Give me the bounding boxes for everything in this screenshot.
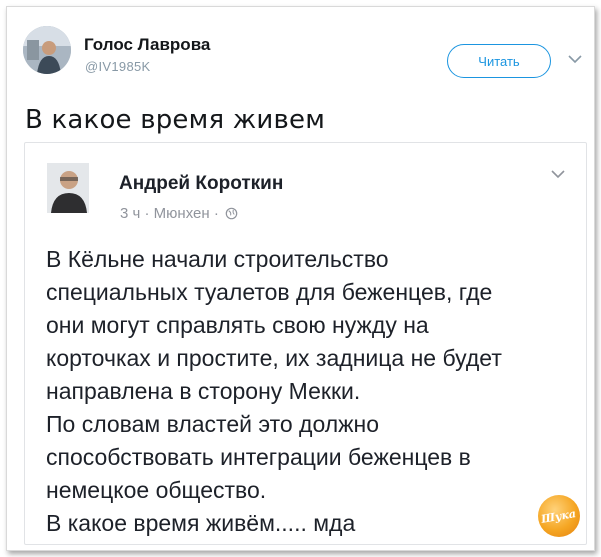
post-body-line: направлена в сторону Мекки. [46,378,361,404]
author-handle[interactable]: @IV1985K [85,59,150,74]
meta-separator: · [144,205,150,222]
post-options-chevron-icon[interactable] [551,169,565,179]
post-avatar-photo [47,163,89,213]
tweet-screenshot: Голос Лаврова @IV1985K Читать В какое вр… [6,6,595,551]
author-avatar[interactable] [23,26,71,74]
post-body-line: они могут справлять свою нужду на [46,312,429,338]
meta-separator: · [213,205,219,222]
follow-button[interactable]: Читать [447,44,551,78]
post-location[interactable]: Мюнхен [154,205,210,222]
watermark-logo: Шука [538,495,580,537]
post-author-avatar[interactable] [47,163,89,213]
author-name[interactable]: Голос Лаврова [84,35,210,55]
post-author-name[interactable]: Андрей Короткин [119,173,283,195]
post-body-line: В Кёльне начали строительство [46,246,389,272]
post-time[interactable]: 3 ч [120,205,140,222]
post-body-line: способствовать интеграции беженцев в [46,444,471,470]
globe-icon [225,207,238,220]
post-body-line: По словам властей это должно [46,411,380,437]
post-body-line: немецкое общество. [46,477,267,503]
embedded-post-card: Андрей Короткин 3 ч · Мюнхен · В Кёльне … [24,142,587,545]
tweet-text: В какое время живем [25,105,326,135]
post-body-line: В какое время живём..... мда [46,510,356,536]
post-meta: 3 ч · Мюнхен · [120,205,238,222]
chevron-down-icon[interactable] [568,54,582,64]
avatar-photo [23,26,71,74]
post-body: В Кёльне начали строительство специальны… [46,243,566,540]
post-body-line: специальных туалетов для беженцев, где [46,279,493,305]
post-body-line: корточках и простите, их задница не буде… [46,345,502,371]
watermark-text: Шука [540,506,578,526]
